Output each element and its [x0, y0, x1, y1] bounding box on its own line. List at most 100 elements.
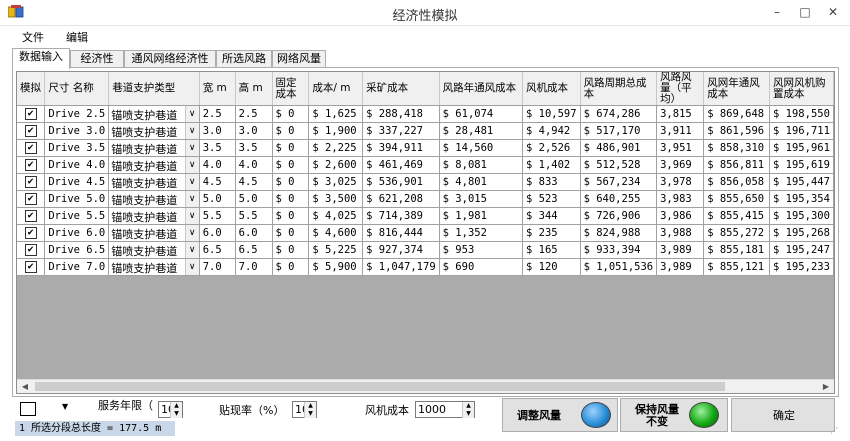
cell-fixed[interactable]: $ 0: [272, 156, 310, 174]
discount-rate-spinner[interactable]: 10 ▲ ▼: [292, 401, 317, 418]
tab-economy[interactable]: 经济性: [70, 50, 124, 68]
cell-mining[interactable]: $ 536,901: [362, 173, 440, 191]
column-header[interactable]: 风路年通风成本: [439, 72, 523, 106]
cell-width[interactable]: 3.0: [199, 122, 236, 140]
cell-fixed[interactable]: $ 0: [272, 207, 310, 225]
support-type-select[interactable]: 锚喷支护巷道 ∨: [108, 207, 200, 225]
scroll-thumb[interactable]: [35, 382, 725, 391]
cell-mining[interactable]: $ 461,469: [362, 156, 440, 174]
cell-mining[interactable]: $ 621,208: [362, 190, 440, 208]
table-row[interactable]: ✔ Drive 7.0 锚喷支护巷道 ∨ 7.0 7.0 $ 0 $ 5,900 $ 1,047…: [17, 258, 834, 276]
cell-net-fan[interactable]: $ 195,961: [769, 139, 834, 157]
cell-fan[interactable]: $ 2,526: [522, 139, 581, 157]
support-type-select[interactable]: 锚喷支护巷道 ∨: [108, 122, 200, 140]
ok-button[interactable]: 确定: [731, 398, 835, 432]
cell-fan[interactable]: $ 833: [522, 173, 581, 191]
cell-total[interactable]: $ 517,170: [580, 122, 658, 140]
cell-mining[interactable]: $ 714,389: [362, 207, 440, 225]
simulate-cell[interactable]: ✔: [17, 224, 46, 242]
simulate-cell[interactable]: ✔: [17, 241, 46, 259]
simulate-checkbox[interactable]: ✔: [24, 210, 37, 222]
support-type-select[interactable]: 锚喷支护巷道 ∨: [108, 241, 200, 259]
column-header[interactable]: 宽 m: [199, 72, 236, 106]
column-header[interactable]: 模拟: [17, 72, 46, 106]
cell-width[interactable]: 5.5: [199, 207, 236, 225]
cell-fan[interactable]: $ 344: [522, 207, 581, 225]
cell-fixed[interactable]: $ 0: [272, 122, 310, 140]
chevron-down-icon[interactable]: ∨: [184, 123, 199, 139]
simulate-cell[interactable]: ✔: [17, 173, 46, 191]
simulate-checkbox[interactable]: ✔: [24, 176, 37, 188]
scroll-left-icon[interactable]: ◀: [17, 380, 33, 393]
cell-vent[interactable]: $ 1,981: [439, 207, 523, 225]
cell-name[interactable]: Drive 4.0: [44, 156, 110, 174]
resize-grip-icon[interactable]: ⋰: [830, 426, 838, 435]
service-years-spinner[interactable]: 10 ▲ ▼: [158, 401, 183, 418]
simulate-checkbox[interactable]: ✔: [24, 193, 37, 205]
cell-name[interactable]: Drive 4.5: [44, 173, 110, 191]
spin-up-icon[interactable]: ▲: [304, 402, 316, 410]
cell-mining[interactable]: $ 816,444: [362, 224, 440, 242]
spin-down-icon[interactable]: ▼: [462, 410, 474, 418]
table-row[interactable]: ✔ Drive 5.0 锚喷支护巷道 ∨ 5.0 5.0 $ 0 $ 3,500 $ 621,2…: [17, 190, 834, 208]
table-row[interactable]: ✔ Drive 4.0 锚喷支护巷道 ∨ 4.0 4.0 $ 0 $ 2,600 $ 461,4…: [17, 156, 834, 174]
cell-vent[interactable]: $ 1,352: [439, 224, 523, 242]
horizontal-scrollbar[interactable]: ◀ ▶: [17, 379, 834, 393]
cell-net-vent[interactable]: $ 855,272: [703, 224, 771, 242]
cell-vent[interactable]: $ 4,801: [439, 173, 523, 191]
cell-vent[interactable]: $ 690: [439, 258, 523, 276]
cell-net-fan[interactable]: $ 195,447: [769, 173, 834, 191]
cell-name[interactable]: Drive 3.0: [44, 122, 110, 140]
maximize-button[interactable]: □: [792, 3, 818, 21]
cell-airflow[interactable]: 3,986: [656, 207, 705, 225]
cell-mining[interactable]: $ 1,047,179: [362, 258, 440, 276]
cell-width[interactable]: 4.5: [199, 173, 236, 191]
cell-net-fan[interactable]: $ 195,268: [769, 224, 834, 242]
column-header[interactable]: 高 m: [235, 72, 273, 106]
cell-fan[interactable]: $ 10,597: [522, 105, 581, 123]
cell-vent[interactable]: $ 61,074: [439, 105, 523, 123]
cell-cost-m[interactable]: $ 5,225: [308, 241, 364, 259]
cell-net-fan[interactable]: $ 195,300: [769, 207, 834, 225]
tab-selected-route[interactable]: 所选风路: [216, 50, 272, 68]
cell-airflow[interactable]: 3,978: [656, 173, 705, 191]
cell-fixed[interactable]: $ 0: [272, 173, 310, 191]
support-type-select[interactable]: 锚喷支护巷道 ∨: [108, 105, 200, 123]
cell-airflow[interactable]: 3,951: [656, 139, 705, 157]
chevron-down-icon[interactable]: ∨: [184, 191, 199, 207]
cell-name[interactable]: Drive 3.5: [44, 139, 110, 157]
cell-fixed[interactable]: $ 0: [272, 139, 310, 157]
simulate-checkbox[interactable]: ✔: [24, 227, 37, 239]
simulate-checkbox[interactable]: ✔: [24, 261, 37, 273]
cell-cost-m[interactable]: $ 3,025: [308, 173, 364, 191]
column-header[interactable]: 固定 成本: [272, 72, 310, 106]
cell-net-vent[interactable]: $ 869,648: [703, 105, 771, 123]
simulate-checkbox[interactable]: ✔: [24, 244, 37, 256]
cell-width[interactable]: 6.0: [199, 224, 236, 242]
cell-width[interactable]: 6.5: [199, 241, 236, 259]
simulate-cell[interactable]: ✔: [17, 139, 46, 157]
cell-net-fan[interactable]: $ 198,550: [769, 105, 834, 123]
column-header[interactable]: 尺寸 名称: [44, 72, 110, 106]
cell-mining[interactable]: $ 394,911: [362, 139, 440, 157]
cell-net-vent[interactable]: $ 856,811: [703, 156, 771, 174]
color-picker[interactable]: [20, 402, 36, 416]
keep-airflow-button[interactable]: 保持风量 不变: [620, 398, 728, 432]
cell-total[interactable]: $ 824,988: [580, 224, 658, 242]
cell-airflow[interactable]: 3,815: [656, 105, 705, 123]
simulate-cell[interactable]: ✔: [17, 258, 46, 276]
cell-height[interactable]: 5.5: [235, 207, 273, 225]
tab-network-economy[interactable]: 通风网络经济性: [124, 50, 216, 68]
cell-fan[interactable]: $ 165: [522, 241, 581, 259]
cell-width[interactable]: 4.0: [199, 156, 236, 174]
table-row[interactable]: ✔ Drive 6.0 锚喷支护巷道 ∨ 6.0 6.0 $ 0 $ 4,600 $ 816,4…: [17, 224, 834, 242]
chevron-down-icon[interactable]: ∨: [184, 208, 199, 224]
cell-vent[interactable]: $ 14,560: [439, 139, 523, 157]
cell-total[interactable]: $ 1,051,536: [580, 258, 658, 276]
cell-fan[interactable]: $ 235: [522, 224, 581, 242]
cell-vent[interactable]: $ 8,081: [439, 156, 523, 174]
simulate-checkbox[interactable]: ✔: [24, 125, 37, 137]
column-header[interactable]: 成本/ m: [308, 72, 364, 106]
simulate-checkbox[interactable]: ✔: [24, 108, 37, 120]
cell-net-vent[interactable]: $ 855,121: [703, 258, 771, 276]
